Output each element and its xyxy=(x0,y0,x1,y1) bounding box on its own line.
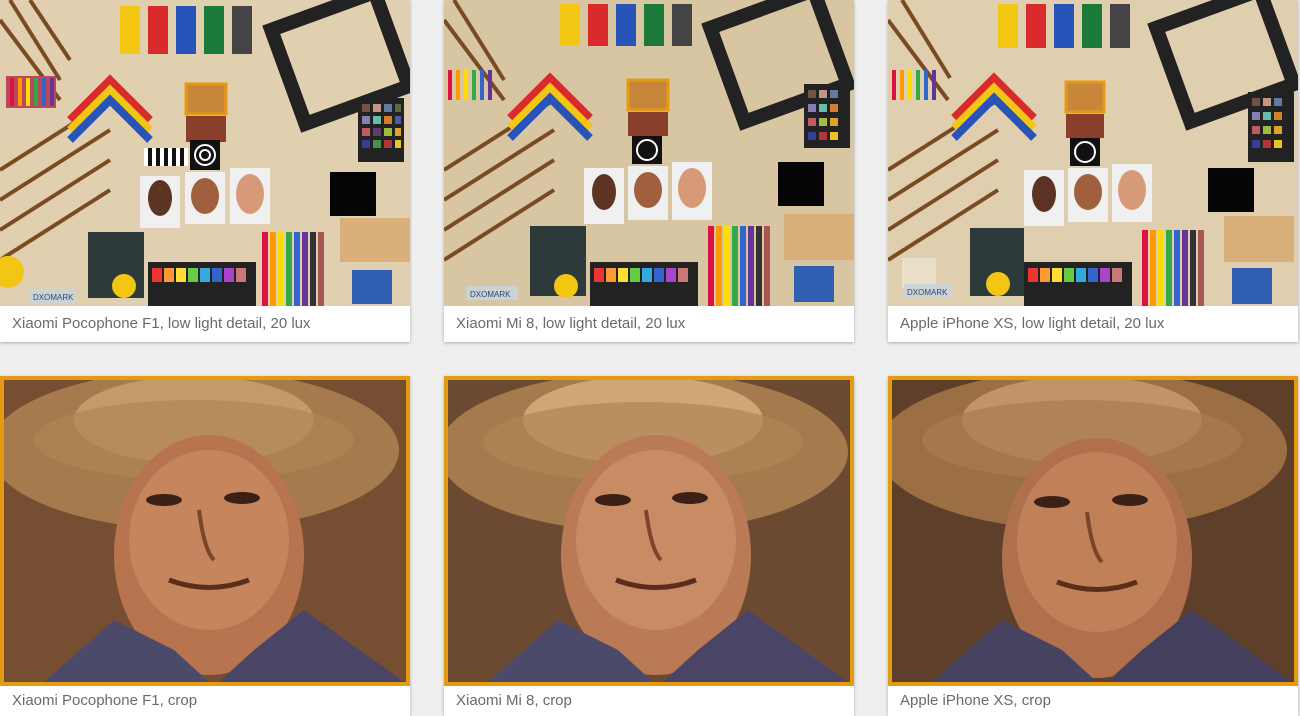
gallery-card-pocophone-scene[interactable]: DXOMARK Xiaomi Pocophone F1, low light d… xyxy=(0,0,410,342)
portrait-crop xyxy=(448,380,850,682)
scene-image[interactable]: DXOMARK xyxy=(888,0,1298,306)
crop-image[interactable] xyxy=(444,376,854,686)
comparison-gallery: DXOMARK Xiaomi Pocophone F1, low light d… xyxy=(0,0,1300,716)
gallery-card-pocophone-crop[interactable]: Xiaomi Pocophone F1, crop xyxy=(0,376,410,716)
still-life-scene: DXOMARK xyxy=(0,0,410,306)
watermark-text: DXOMARK xyxy=(907,288,948,297)
card-caption: Xiaomi Pocophone F1, crop xyxy=(12,692,198,709)
portrait-crop xyxy=(892,380,1294,682)
still-life-scene: DXOMARK xyxy=(888,0,1298,306)
gallery-card-mi8-scene[interactable]: DXOMARK Xiaomi Mi 8, low light detail, 2… xyxy=(444,0,854,342)
card-caption: Xiaomi Mi 8, low light detail, 20 lux xyxy=(456,315,686,332)
gallery-card-iphonexs-crop[interactable]: Apple iPhone XS, crop xyxy=(888,376,1298,716)
watermark-text: DXOMARK xyxy=(470,290,511,299)
scene-image[interactable]: DXOMARK xyxy=(444,0,854,306)
card-caption: Apple iPhone XS, low light detail, 20 lu… xyxy=(900,315,1165,332)
still-life-scene: DXOMARK xyxy=(444,0,854,306)
watermark-text: DXOMARK xyxy=(33,293,74,302)
crop-image[interactable] xyxy=(888,376,1298,686)
card-caption: Xiaomi Mi 8, crop xyxy=(456,692,572,709)
gallery-card-iphonexs-scene[interactable]: DXOMARK Apple iPhone XS, low light detai… xyxy=(888,0,1298,342)
scene-image[interactable]: DXOMARK xyxy=(0,0,410,306)
portrait-crop xyxy=(4,380,406,682)
crop-image[interactable] xyxy=(0,376,410,686)
card-caption: Apple iPhone XS, crop xyxy=(900,692,1051,709)
card-caption: Xiaomi Pocophone F1, low light detail, 2… xyxy=(12,315,311,332)
gallery-card-mi8-crop[interactable]: Xiaomi Mi 8, crop xyxy=(444,376,854,716)
